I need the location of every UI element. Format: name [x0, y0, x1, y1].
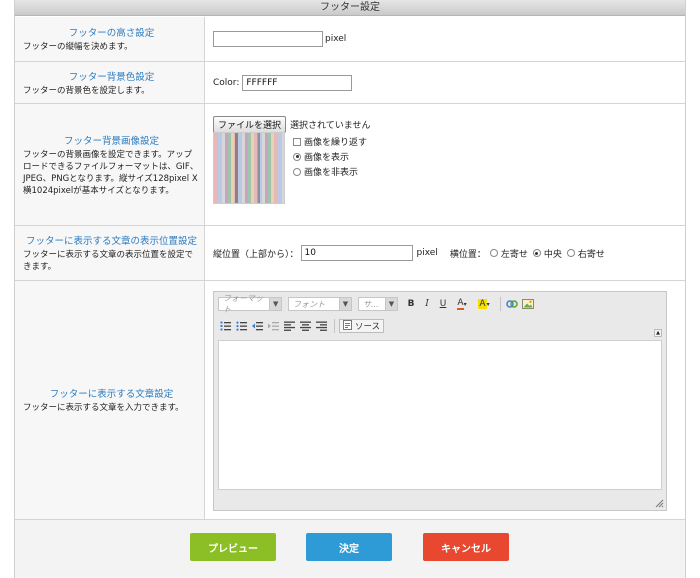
hide-radio[interactable]: [293, 167, 301, 176]
toolbar-separator: [334, 319, 335, 333]
italic-icon[interactable]: I: [420, 297, 434, 311]
left-radio[interactable]: [489, 249, 498, 257]
background-color-icon[interactable]: A ▾: [474, 297, 494, 311]
file-status: 選択されていません: [290, 121, 371, 131]
repeat-label: 画像を繰り返す: [304, 138, 368, 148]
bgcolor-value-cell: Color:: [205, 62, 685, 103]
file-select-button[interactable]: ファイルを選択: [213, 116, 287, 133]
editor-toolbar-1: フォーマット ▼ フォント ▼ サ... ▼ B I U A ▾ A ▾: [218, 294, 537, 314]
left-label: 左寄せ: [500, 249, 528, 260]
height-label-cell: フッターの高さ設定 フッターの縦幅を決めます。: [15, 17, 205, 61]
color-input[interactable]: [242, 74, 353, 91]
bold-icon[interactable]: B: [404, 297, 418, 311]
font-placeholder: フォント: [293, 299, 325, 309]
cancel-button[interactable]: キャンセル: [423, 533, 509, 561]
toolbar-separator: [500, 297, 501, 311]
position-row: フッターに表示する文章の表示位置設定 フッターに表示する文章の表示位置を設定でき…: [15, 226, 685, 281]
indent-icon[interactable]: [266, 319, 280, 333]
bgimage-row: フッター背景画像設定 フッターの背景画像を設定できます。アップロードできるファイ…: [15, 104, 685, 226]
position-desc: フッターに表示する文章の表示位置を設定できます。: [23, 250, 194, 272]
size-placeholder: サ...: [363, 299, 379, 309]
align-center-icon[interactable]: [298, 319, 312, 333]
text-row: フッターに表示する文章設定 フッターに表示する文章を入力できます。 フォーマット…: [15, 281, 685, 520]
position-label-cell: フッターに表示する文章の表示位置設定 フッターに表示する文章の表示位置を設定でき…: [15, 226, 205, 280]
vertical-label: 縦位置（上部から）：: [213, 249, 299, 260]
text-label-cell: フッターに表示する文章設定 フッターに表示する文章を入力できます。: [15, 281, 205, 519]
show-label: 画像を表示: [304, 153, 350, 163]
center-label: 中央: [543, 249, 562, 260]
height-value-cell: pixel: [205, 17, 685, 61]
vertical-input[interactable]: [300, 245, 413, 261]
bgcolor-row: フッター背景色設定 フッターの背景色を設定します。 Color:: [15, 62, 685, 104]
text-title: フッターに表示する文章設定: [49, 389, 174, 400]
text-desc: フッターに表示する文章を入力できます。: [23, 403, 184, 413]
bgcolor-title: フッター背景色設定: [68, 71, 155, 83]
text-color-icon[interactable]: A ▾: [452, 297, 472, 311]
position-value-cell: 縦位置（上部から）： pixel 横位置： 左寄せ 中央 右寄せ: [205, 226, 685, 280]
format-select[interactable]: フォーマット ▼: [218, 294, 282, 314]
left-option[interactable]: 左寄せ: [489, 246, 528, 261]
bgimage-thumbnail: [213, 132, 285, 204]
source-label: ソース: [355, 322, 381, 332]
submit-button[interactable]: 決定: [306, 533, 392, 561]
height-input[interactable]: [213, 31, 323, 47]
color-label: Color:: [213, 77, 240, 88]
right-option[interactable]: 右寄せ: [566, 246, 605, 261]
editor-toolbar-2: ソース: [218, 318, 385, 334]
show-option[interactable]: 画像を表示: [293, 149, 367, 164]
bgimage-desc: フッターの背景画像を設定できます。アップロードできるファイルフォーマットは、GI…: [23, 149, 199, 196]
chevron-down-icon: ▼: [339, 298, 351, 310]
image-icon[interactable]: [521, 297, 535, 311]
center-radio[interactable]: [532, 249, 541, 257]
bgimage-title: フッター背景画像設定: [63, 135, 159, 147]
bgcolor-desc: フッターの背景色を設定します。: [23, 85, 150, 96]
outdent-icon[interactable]: [250, 319, 264, 333]
height-desc: フッターの縦幅を決めます。: [23, 42, 133, 52]
chevron-down-icon: ▼: [385, 298, 397, 310]
bgimage-value-cell: ファイルを選択 選択されていません 画像を繰り返す 画像を表示 画像を非表示: [205, 104, 685, 225]
height-title: フッターの高さ設定: [68, 28, 155, 39]
footer-settings-panel: フッター設定 フッターの高さ設定 フッターの縦幅を決めます。 pixel フッタ…: [14, 0, 686, 578]
rich-text-editor: フォーマット ▼ フォント ▼ サ... ▼ B I U A ▾ A ▾ ソース…: [213, 291, 667, 511]
size-select[interactable]: サ... ▼: [358, 297, 398, 311]
source-icon: [343, 319, 352, 333]
preview-button[interactable]: プレビュー: [190, 533, 276, 561]
horizontal-label: 横位置：: [449, 249, 486, 260]
bgimage-label-cell: フッター背景画像設定 フッターの背景画像を設定できます。アップロードできるファイ…: [15, 104, 205, 225]
numbered-list-icon[interactable]: [218, 319, 232, 333]
show-radio[interactable]: [293, 152, 301, 161]
repeat-checkbox[interactable]: [293, 137, 301, 146]
link-icon[interactable]: [505, 297, 519, 311]
format-placeholder: フォーマット: [223, 294, 263, 314]
center-option[interactable]: 中央: [532, 246, 562, 261]
position-title: フッターに表示する文章の表示位置設定: [25, 236, 197, 247]
underline-icon[interactable]: U: [436, 297, 450, 311]
hide-option[interactable]: 画像を非表示: [293, 164, 367, 179]
align-right-icon[interactable]: [314, 319, 328, 333]
right-label: 右寄せ: [577, 249, 605, 260]
editor-content-area[interactable]: [218, 340, 662, 490]
vertical-unit: pixel: [416, 248, 438, 258]
bullet-list-icon[interactable]: [234, 319, 248, 333]
height-row: フッターの高さ設定 フッターの縦幅を決めます。 pixel: [15, 17, 685, 62]
text-value-cell: フォーマット ▼ フォント ▼ サ... ▼ B I U A ▾ A ▾ ソース…: [205, 281, 685, 519]
repeat-option[interactable]: 画像を繰り返す: [293, 134, 367, 149]
align-left-icon[interactable]: [282, 319, 296, 333]
chevron-down-icon: ▼: [269, 298, 281, 310]
panel-header: フッター設定: [15, 0, 685, 16]
collapse-toolbar-icon[interactable]: ▲: [654, 329, 662, 337]
font-select[interactable]: フォント ▼: [288, 297, 352, 311]
hide-label: 画像を非表示: [304, 168, 359, 178]
resize-handle-icon[interactable]: [655, 499, 664, 508]
right-radio[interactable]: [566, 249, 575, 257]
height-unit: pixel: [325, 34, 347, 44]
source-button[interactable]: ソース: [339, 319, 385, 333]
bgcolor-label-cell: フッター背景色設定 フッターの背景色を設定します。: [15, 62, 205, 103]
